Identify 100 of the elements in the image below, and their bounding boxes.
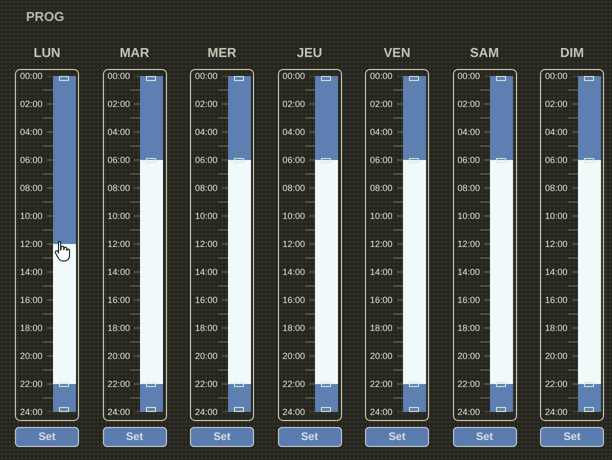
time-slider[interactable] — [228, 76, 251, 412]
slider-handle[interactable] — [584, 76, 594, 81]
time-slider[interactable] — [490, 76, 514, 412]
hour-label: 18:00 — [545, 322, 568, 334]
set-button[interactable]: Set — [102, 427, 166, 447]
hour-label: 16:00 — [370, 294, 393, 306]
hour-label: 20:00 — [282, 350, 306, 362]
hour-label: 18:00 — [108, 322, 130, 334]
slider-handle[interactable] — [584, 158, 594, 163]
hour-label: 22:00 — [20, 378, 43, 390]
hour-label: 10:00 — [108, 210, 130, 222]
hour-label: 22:00 — [108, 378, 130, 390]
hour-label: 24:00 — [195, 406, 218, 418]
slider-handle[interactable] — [496, 407, 506, 412]
hour-label: 04:00 — [370, 126, 393, 138]
hour-label: 22:00 — [282, 378, 306, 390]
hour-label: 14:00 — [458, 266, 480, 278]
slider-handle[interactable] — [146, 407, 156, 412]
slider-handle[interactable] — [321, 382, 332, 387]
hour-label: 24:00 — [458, 406, 480, 418]
day-label: MAR — [120, 45, 150, 61]
hour-label: 08:00 — [370, 182, 393, 194]
hour-label: 02:00 — [370, 98, 393, 110]
slider-handle[interactable] — [146, 76, 156, 81]
hour-label: 10:00 — [195, 210, 218, 222]
hour-label: 24:00 — [545, 406, 568, 418]
hour-label: 04:00 — [458, 126, 480, 138]
slider-handle[interactable] — [58, 382, 69, 387]
hour-label: 14:00 — [370, 266, 393, 278]
day-label: JEU — [296, 45, 322, 61]
slider-handle[interactable] — [58, 76, 69, 81]
day-label: DIM — [560, 45, 584, 61]
hour-label: 14:00 — [108, 266, 130, 278]
hour-label: 20:00 — [195, 350, 218, 362]
hour-label: 06:00 — [20, 154, 43, 166]
slider-handle[interactable] — [234, 407, 244, 412]
hour-label: 18:00 — [20, 322, 43, 334]
hour-label: 00:00 — [370, 70, 393, 82]
set-button[interactable]: Set — [452, 427, 516, 447]
slider-handle[interactable] — [321, 407, 332, 412]
hour-label: 02:00 — [195, 98, 218, 110]
slider-handle[interactable] — [496, 158, 506, 163]
hour-label: 06:00 — [545, 154, 568, 166]
slider-handle[interactable] — [584, 407, 594, 412]
hour-label: 02:00 — [108, 98, 130, 110]
slider-handle[interactable] — [234, 76, 244, 81]
hour-label: 06:00 — [458, 154, 480, 166]
hour-label: 00:00 — [458, 70, 480, 82]
time-slider[interactable] — [52, 76, 76, 412]
hour-label: 16:00 — [282, 294, 306, 306]
time-slider[interactable] — [140, 76, 164, 412]
day-label: SAM — [470, 45, 499, 61]
hour-label: 10:00 — [20, 210, 43, 222]
slider-handle[interactable] — [321, 158, 332, 163]
slider-handle[interactable] — [408, 76, 419, 81]
slider-handle[interactable] — [321, 76, 332, 81]
slider-handle[interactable] — [146, 382, 156, 387]
hand-cursor-icon — [54, 240, 72, 262]
set-button[interactable]: Set — [365, 427, 429, 447]
slider-handle[interactable] — [58, 407, 69, 412]
slider-handle[interactable] — [408, 407, 419, 412]
hour-label: 08:00 — [20, 182, 43, 194]
slider-handle[interactable] — [496, 76, 506, 81]
hour-label: 08:00 — [108, 182, 130, 194]
set-button[interactable]: Set — [540, 427, 604, 447]
hour-label: 22:00 — [195, 378, 218, 390]
set-button[interactable]: Set — [190, 427, 254, 447]
hour-label: 12:00 — [282, 238, 306, 250]
hour-label: 00:00 — [545, 70, 568, 82]
time-slider[interactable] — [402, 76, 426, 412]
hour-label: 14:00 — [282, 266, 306, 278]
hour-label: 24:00 — [282, 406, 306, 418]
set-button[interactable]: Set — [278, 427, 342, 447]
slider-handle[interactable] — [496, 382, 506, 387]
slider-handle[interactable] — [234, 158, 244, 163]
hour-label: 04:00 — [282, 126, 306, 138]
hour-label: 12:00 — [108, 238, 130, 250]
slider-handle[interactable] — [408, 158, 419, 163]
slider-handle[interactable] — [146, 158, 156, 163]
hour-label: 08:00 — [282, 182, 306, 194]
hour-label: 02:00 — [20, 98, 43, 110]
hour-label: 08:00 — [545, 182, 568, 194]
hour-label: 20:00 — [545, 350, 568, 362]
hour-label: 06:00 — [282, 154, 306, 166]
hour-label: 04:00 — [195, 126, 218, 138]
time-slider[interactable] — [315, 76, 338, 412]
hour-label: 02:00 — [545, 98, 568, 110]
slider-handle[interactable] — [408, 382, 419, 387]
slider-handle[interactable] — [584, 382, 594, 387]
hour-label: 18:00 — [458, 322, 480, 334]
slider-handle[interactable] — [234, 382, 244, 387]
hour-label: 12:00 — [195, 238, 218, 250]
hour-label: 10:00 — [458, 210, 480, 222]
set-button[interactable]: Set — [15, 427, 79, 447]
hour-label: 18:00 — [370, 322, 393, 334]
hour-label: 24:00 — [20, 406, 43, 418]
page-title: PROG — [26, 9, 66, 25]
day-label: MER — [208, 45, 236, 61]
time-slider[interactable] — [578, 76, 601, 412]
hour-label: 06:00 — [370, 154, 393, 166]
